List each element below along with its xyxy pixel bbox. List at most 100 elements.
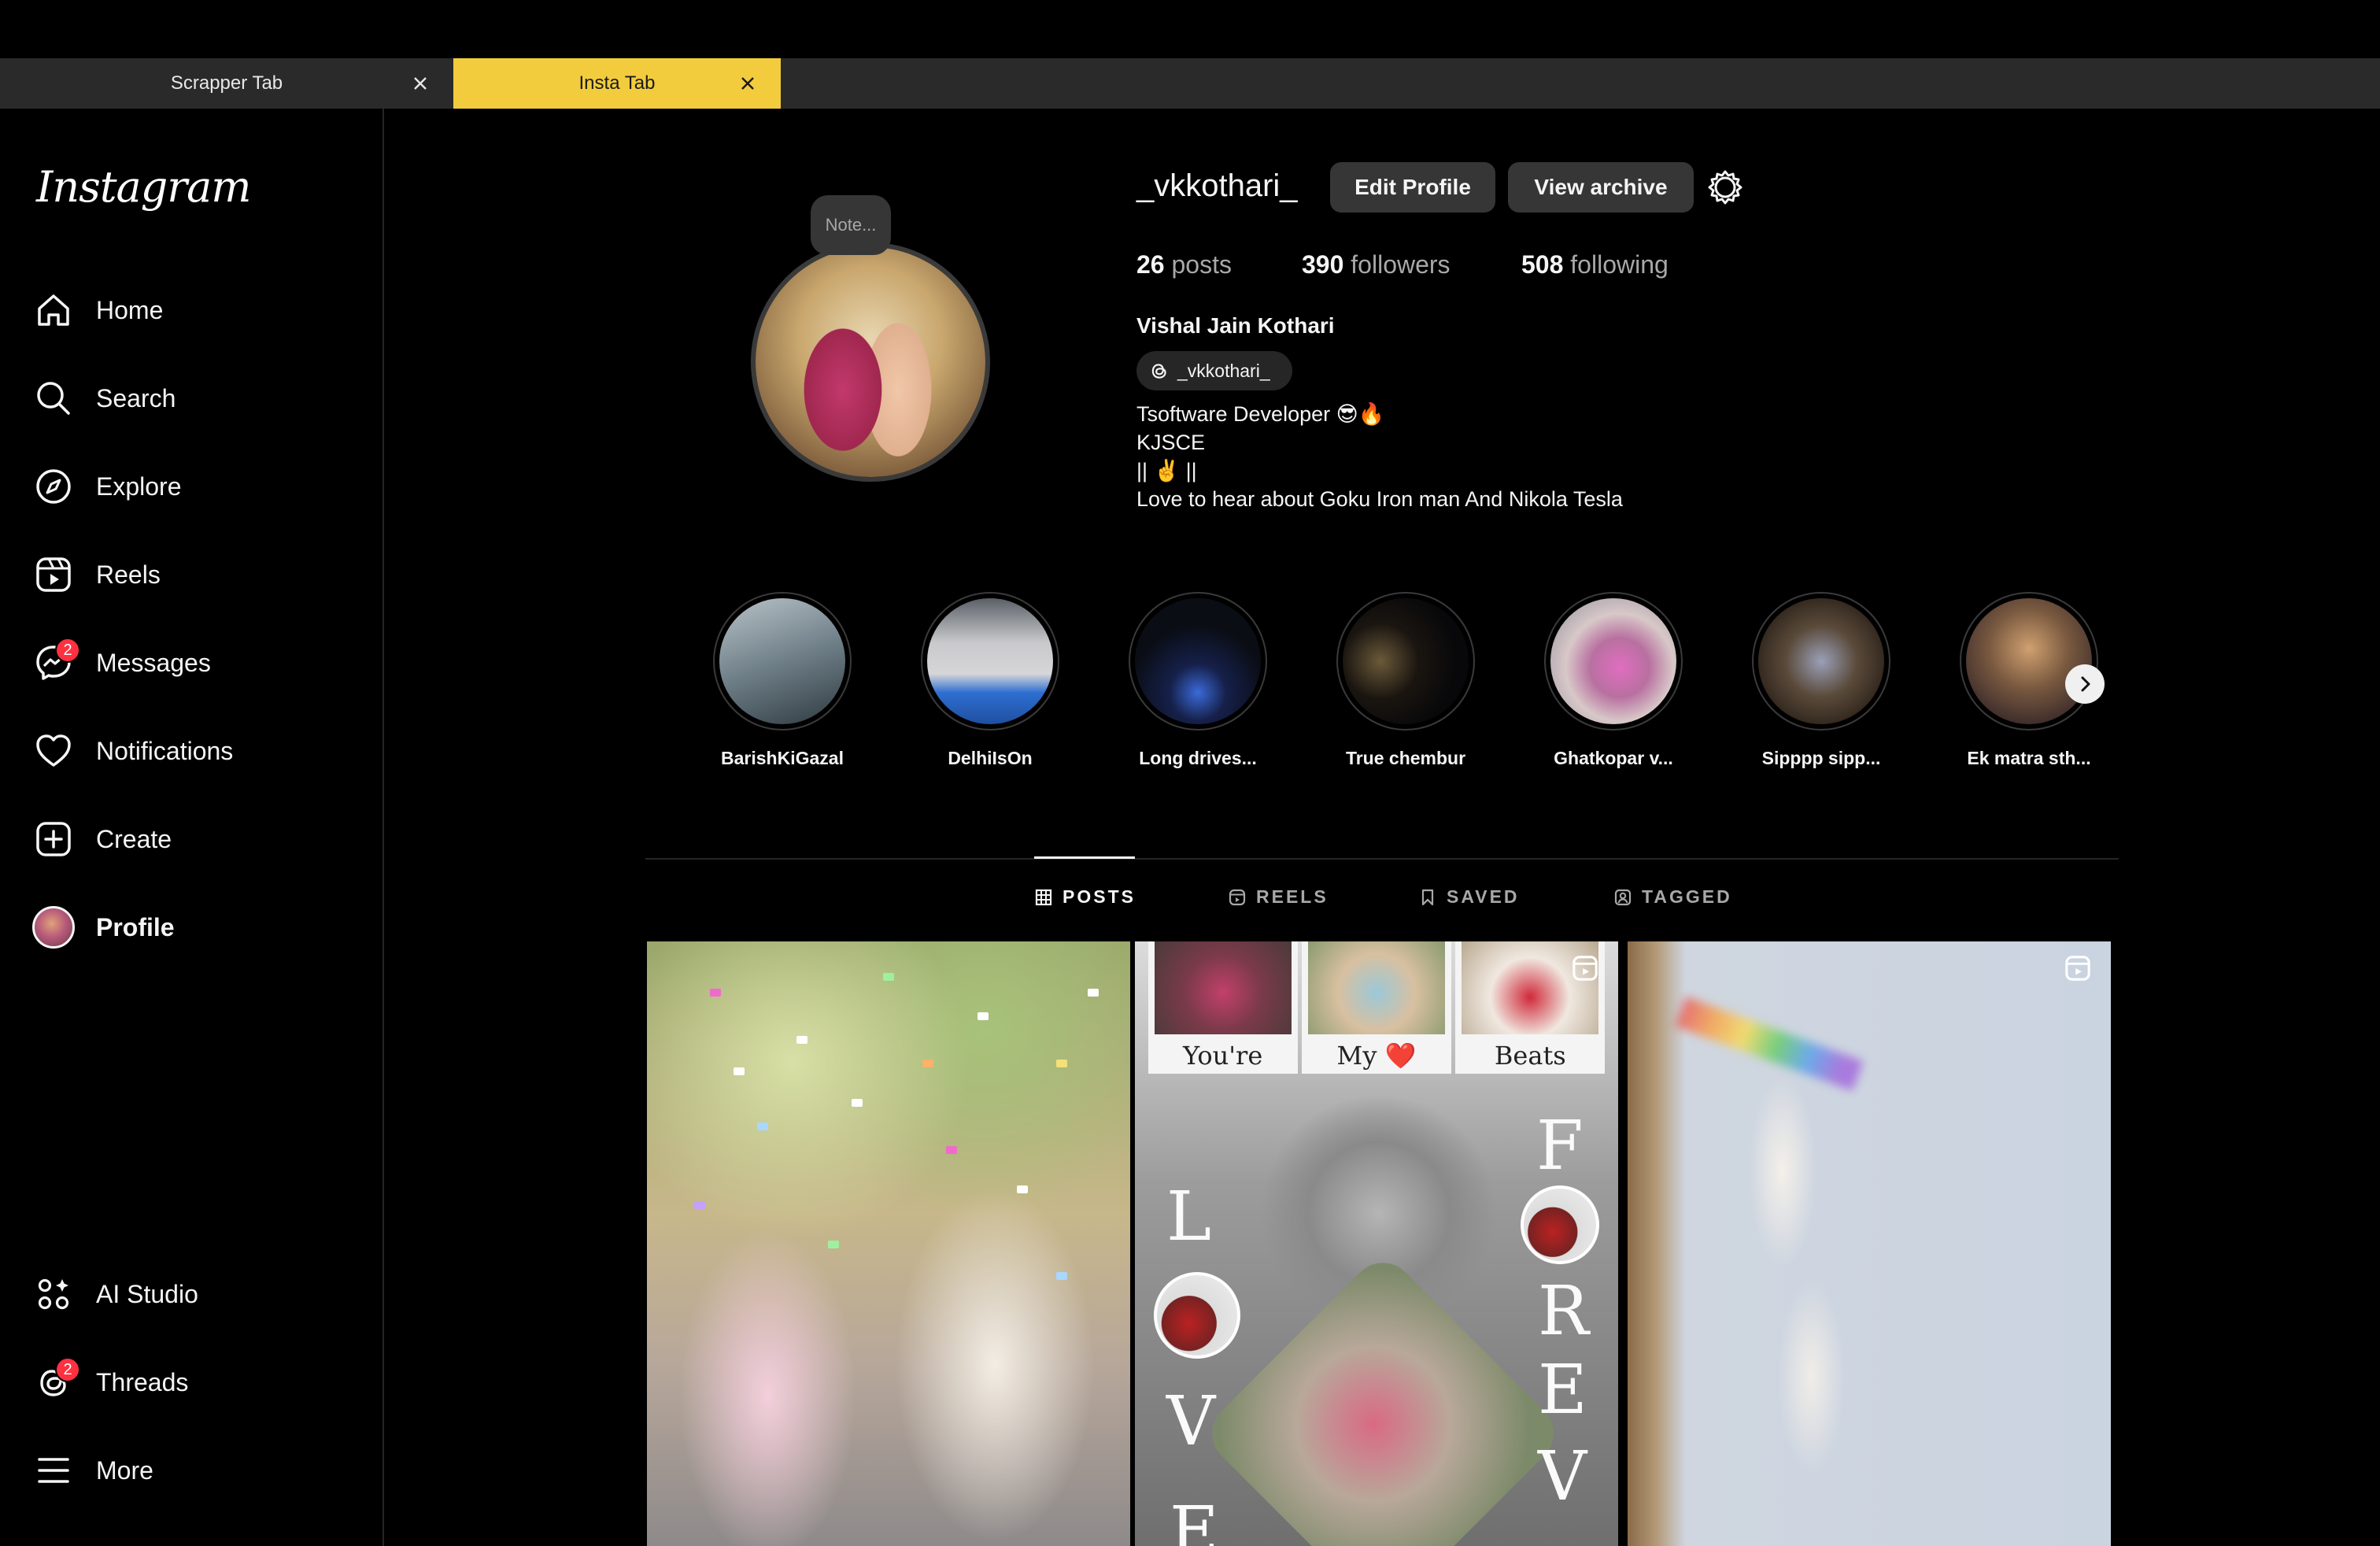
search-icon [31,376,76,420]
highlight-cover [1758,598,1884,724]
highlight-label: True chembur [1345,748,1466,768]
highlight-cover [719,598,845,724]
highlight-item[interactable]: DelhiIsOn [921,592,1059,769]
edit-profile-button[interactable]: Edit Profile [1330,162,1495,213]
sidebar-item-ai-studio[interactable]: AI Studio [31,1266,362,1322]
tab-label: SAVED [1447,886,1520,907]
highlight-item[interactable]: BarishKiGazal [713,592,852,769]
tab-label: Insta Tab [578,72,656,94]
close-icon[interactable] [737,72,759,94]
sidebar-item-label: Threads [96,1367,189,1396]
gear-icon[interactable] [1705,167,1746,208]
circle-photo [1154,1272,1240,1359]
tag-person-icon [1613,888,1632,907]
ai-studio-icon [31,1272,76,1316]
tab-posts[interactable]: POSTS [1034,886,1136,908]
tab-label: TAGGED [1642,886,1732,907]
highlight-item[interactable]: Ghatkopar v... [1544,592,1683,769]
reels-icon [31,553,76,597]
avatar [31,905,76,949]
highlight-cover [1343,598,1469,724]
collage-letter: F [1536,1107,1584,1185]
active-tab-indicator [1034,856,1135,859]
polaroid-strip: You're My ❤️ Beats [1135,941,1618,1075]
rainbow-smoke [1675,997,1864,1091]
highlight-item[interactable]: True chembur [1336,592,1475,769]
sidebar-item-reels[interactable]: Reels [31,546,362,603]
following-label: following [1570,250,1669,279]
tab-label: Scrapper Tab [170,72,283,94]
sidebar-item-home[interactable]: Home [31,282,362,338]
sidebar-item-threads[interactable]: 2 Threads [31,1354,362,1411]
sidebar-item-label: Messages [96,648,211,677]
sidebar-item-messages[interactable]: 2 Messages [31,634,362,691]
threads-handle: _vkkothari_ [1177,360,1270,381]
highlight-label: DelhiIsOn [948,748,1033,768]
posts-label: posts [1171,250,1232,279]
following-stat[interactable]: 508 following [1521,250,1669,279]
compass-icon [31,464,76,509]
followers-label: followers [1351,250,1451,279]
polaroid-photo: You're [1148,941,1298,1074]
threads-icon [1148,359,1171,383]
collage-letter: L [1166,1178,1212,1256]
sidebar-item-label: Profile [96,912,175,941]
collage-letter: E [1538,1351,1587,1429]
tab-label: REELS [1256,886,1329,907]
view-archive-button[interactable]: View archive [1508,162,1694,213]
bio-line: KJSCE [1136,431,1206,454]
tabs-divider [645,858,2119,860]
tab-tagged[interactable]: TAGGED [1613,886,1732,908]
tab-label: POSTS [1062,886,1136,907]
sidebar-item-create[interactable]: Create [31,811,362,867]
browser-tab-scrapper[interactable]: Scrapper Tab [0,58,453,109]
highlight-cover [927,598,1053,724]
collage-letter: R [1538,1272,1589,1351]
circle-photo [1521,1185,1599,1264]
post-thumbnail[interactable] [1628,941,2111,1546]
collage-letter: V [1166,1382,1216,1461]
post-thumbnail[interactable] [647,941,1130,1546]
highlight-item[interactable]: Long drives... [1129,592,1267,769]
sidebar-item-search[interactable]: Search [31,370,362,427]
highlight-label: Ek matra sth... [1967,748,2091,768]
tab-saved[interactable]: SAVED [1418,886,1520,908]
menu-icon [31,1448,76,1492]
highlight-cover [1966,598,2092,724]
sidebar: Instagram Home Search Explore Reels 2 Me… [0,109,384,1546]
sidebar-item-more[interactable]: More [31,1442,362,1499]
close-icon[interactable] [409,72,431,94]
sidebar-item-notifications[interactable]: Notifications [31,723,362,779]
sidebar-item-profile[interactable]: Profile [31,899,362,956]
highlight-label: Long drives... [1139,748,1257,768]
highlight-item[interactable]: Sipppp sipp... [1752,592,1890,769]
collage-letter: E [1170,1492,1219,1546]
polaroid-caption: You're [1183,1041,1263,1071]
sidebar-item-label: More [96,1455,153,1485]
messenger-icon: 2 [31,638,80,685]
notification-badge: 2 [55,638,80,663]
profile-picture[interactable] [751,242,990,482]
post-thumbnail[interactable]: You're My ❤️ Beats L V E F R E V [1135,941,1618,1546]
threads-handle-pill[interactable]: _vkkothari_ [1136,351,1292,390]
instagram-logo[interactable]: Instagram [36,162,251,212]
sidebar-item-explore[interactable]: Explore [31,458,362,515]
sidebar-item-label: Explore [96,472,182,501]
threads-icon: 2 [31,1357,80,1404]
sidebar-item-label: Notifications [96,736,234,765]
followers-stat[interactable]: 390 followers [1302,250,1451,279]
tab-reels[interactable]: REELS [1228,886,1329,908]
grid-icon [1034,888,1053,907]
browser-tab-insta[interactable]: Insta Tab [453,58,781,109]
highlight-label: Ghatkopar v... [1554,748,1673,768]
sidebar-item-label: Search [96,383,176,412]
note-bubble[interactable]: Note... [811,195,891,255]
chevron-right-icon[interactable] [2065,664,2105,704]
profile-full-name: Vishal Jain Kothari [1136,313,1335,338]
reel-badge-icon [2062,952,2094,984]
highlight-cover [1135,598,1261,724]
bio-line: || ✌️ || [1136,459,1197,483]
sidebar-item-label: Home [96,295,164,324]
posts-stat: 26 posts [1136,250,1232,279]
followers-count: 390 [1302,250,1344,279]
